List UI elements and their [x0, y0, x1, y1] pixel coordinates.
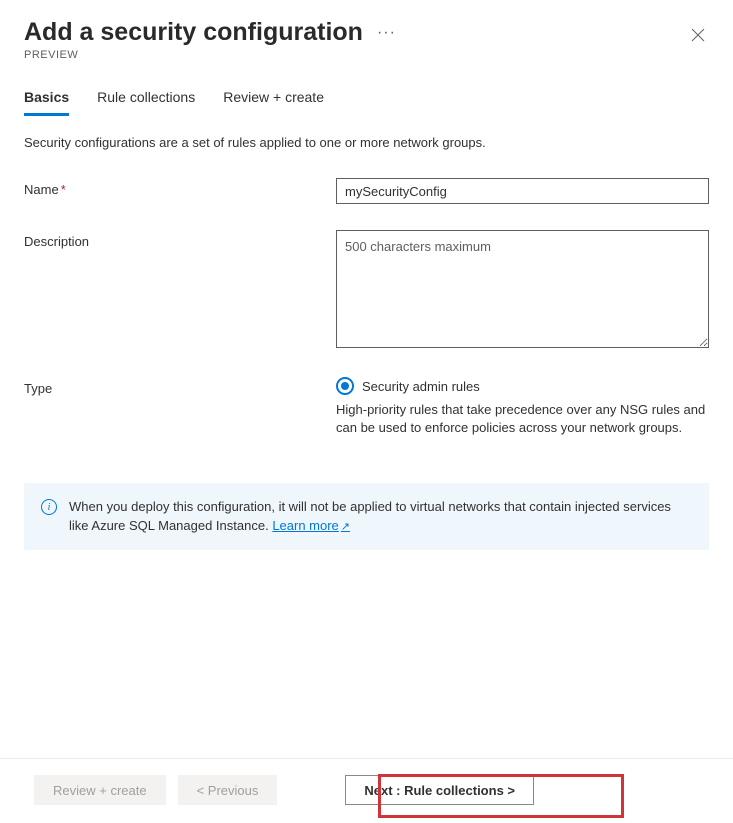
panel-title: Add a security configuration [24, 18, 363, 47]
close-icon[interactable] [687, 24, 709, 51]
info-text: When you deploy this configuration, it w… [69, 498, 692, 535]
info-box: i When you deploy this configuration, it… [24, 483, 709, 550]
tab-basics[interactable]: Basics [24, 89, 69, 116]
learn-more-link[interactable]: Learn more↗ [272, 518, 350, 533]
security-admin-rules-radio[interactable] [336, 377, 354, 395]
review-create-button[interactable]: Review + create [34, 775, 166, 805]
name-input[interactable] [336, 178, 709, 204]
description-label: Description [24, 230, 336, 249]
info-icon: i [41, 499, 57, 515]
tab-review-create[interactable]: Review + create [223, 89, 324, 116]
type-label: Type [24, 377, 336, 396]
preview-label: PREVIEW [24, 49, 396, 61]
next-button[interactable]: Next : Rule collections > [345, 775, 534, 805]
external-link-icon: ↗ [341, 521, 350, 533]
radio-label: Security admin rules [362, 379, 480, 394]
tabs-container: Basics Rule collections Review + create [24, 89, 709, 117]
footer: Review + create < Previous Next : Rule c… [0, 758, 733, 823]
name-label: Name* [24, 178, 336, 197]
more-icon[interactable]: ··· [377, 24, 396, 42]
type-help-text: High-priority rules that take precedence… [336, 401, 709, 437]
description-text: Security configurations are a set of rul… [24, 135, 709, 150]
description-textarea[interactable] [336, 230, 709, 348]
tab-rule-collections[interactable]: Rule collections [97, 89, 195, 116]
previous-button[interactable]: < Previous [178, 775, 278, 805]
